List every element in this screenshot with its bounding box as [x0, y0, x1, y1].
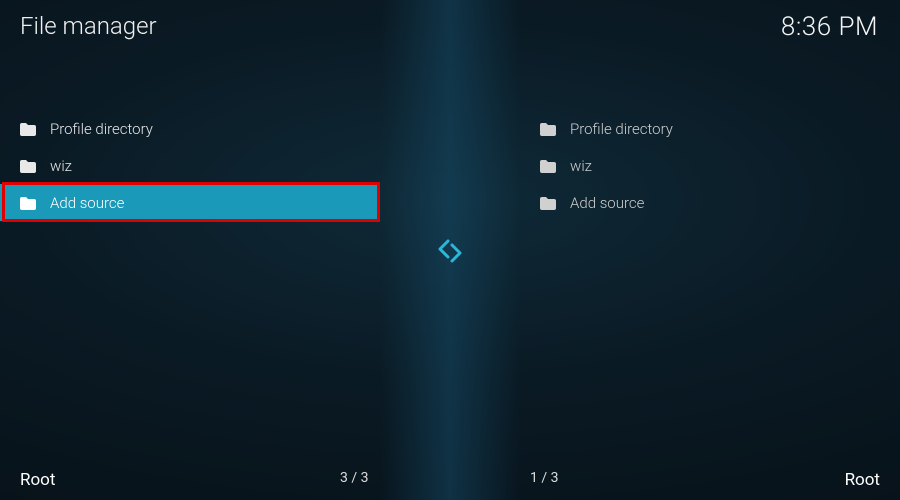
list-item-label: Profile directory	[50, 120, 153, 138]
content: Profile directory wiz Add source Profile…	[0, 110, 900, 440]
root-label-left: Root	[20, 470, 55, 490]
footer: Root 3 / 3 1 / 3 Root	[0, 470, 900, 490]
folder-icon	[20, 159, 36, 172]
list-item[interactable]: Profile directory	[0, 110, 380, 147]
transfer-arrows-icon	[434, 235, 466, 267]
footer-right-counter: 1 / 3	[530, 470, 558, 486]
folder-icon	[540, 196, 556, 209]
list-item-label: Add source	[570, 194, 644, 212]
list-item[interactable]: Add source	[520, 184, 900, 221]
list-item-label: Profile directory	[570, 120, 673, 138]
list-item-label: wiz	[570, 157, 592, 175]
list-item-add-source[interactable]: Add source	[0, 184, 380, 221]
folder-icon	[20, 122, 36, 135]
list-item[interactable]: wiz	[520, 147, 900, 184]
folder-icon	[540, 122, 556, 135]
counter-left: 3 / 3	[340, 470, 368, 486]
list-item-label: wiz	[50, 157, 72, 175]
list-item[interactable]: Profile directory	[520, 110, 900, 147]
pane-gap	[380, 110, 520, 440]
page-title: File manager	[20, 12, 157, 40]
counter-right: 1 / 3	[530, 470, 558, 486]
list-item-label: Add source	[50, 194, 124, 212]
right-pane: Profile directory wiz Add source	[520, 110, 900, 440]
folder-icon	[20, 196, 36, 209]
folder-icon	[540, 159, 556, 172]
list-item[interactable]: wiz	[0, 147, 380, 184]
footer-right: Root	[845, 470, 880, 490]
footer-left-counter: 3 / 3	[340, 470, 368, 486]
root-label-right: Root	[845, 470, 880, 490]
left-pane: Profile directory wiz Add source	[0, 110, 380, 440]
footer-left: Root	[20, 470, 55, 490]
clock: 8:36 PM	[781, 12, 878, 42]
